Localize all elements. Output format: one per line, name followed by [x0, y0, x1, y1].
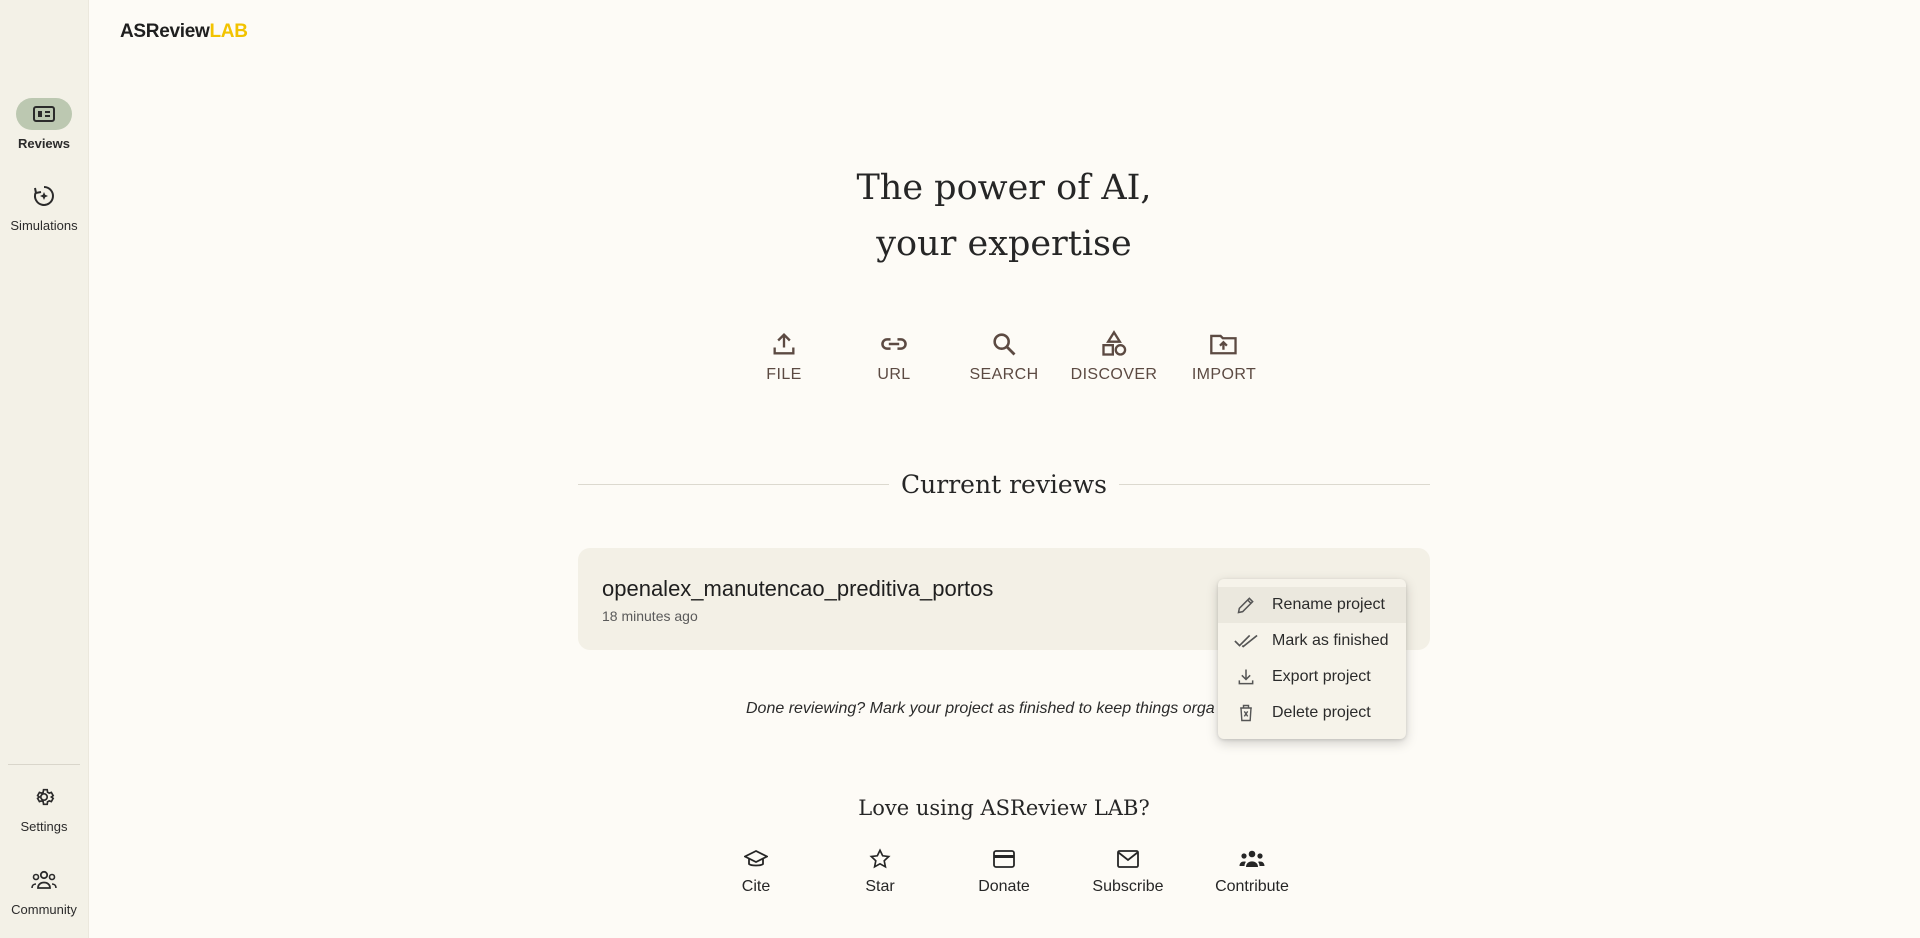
hero-title: The power of AI, your expertise	[0, 160, 1920, 272]
link-label: Contribute	[1215, 878, 1289, 895]
url-action-button[interactable]: URL	[839, 330, 949, 384]
graduation-cap-icon	[744, 849, 768, 867]
action-label: URL	[877, 366, 911, 383]
logo-main-text: ASReview	[120, 21, 210, 42]
sidebar-item-label: Reviews	[17, 136, 71, 151]
logo-accent-text: LAB	[209, 21, 248, 42]
love-heading: Love using ASReview LAB?	[858, 796, 1150, 820]
support-links: Cite Star Donate Subscribe Contribute	[0, 848, 1920, 896]
action-label: SEARCH	[969, 366, 1039, 383]
link-label: Donate	[978, 878, 1030, 895]
divider-line	[1118, 483, 1431, 485]
action-label: IMPORT	[1191, 366, 1257, 383]
star-link[interactable]: Star	[818, 848, 942, 896]
pencil-icon	[1234, 593, 1258, 617]
finish-hint-text: Done reviewing? Mark your project as fin…	[746, 700, 1215, 717]
project-context-menu: Rename project Mark as finished Export p…	[1218, 579, 1406, 739]
menu-item-label: Mark as finished	[1272, 632, 1389, 649]
double-check-icon	[1234, 629, 1258, 653]
delete-project-menu-item[interactable]: Delete project	[1218, 695, 1406, 731]
sidebar-item-label: Community	[11, 902, 77, 917]
mark-finished-menu-item[interactable]: Mark as finished	[1218, 623, 1406, 659]
folder-upload-icon	[1210, 334, 1237, 355]
link-label: Cite	[741, 878, 771, 895]
upload-icon	[773, 333, 795, 355]
link-label: Subscribe	[1092, 878, 1164, 895]
menu-item-label: Rename project	[1272, 596, 1385, 613]
credit-card-icon	[993, 850, 1015, 868]
mail-icon	[1117, 850, 1139, 868]
donate-link[interactable]: Donate	[942, 848, 1066, 896]
project-timestamp: 18 minutes ago	[602, 608, 698, 624]
cite-link[interactable]: Cite	[694, 848, 818, 896]
people-icon	[1239, 850, 1265, 867]
import-action-button[interactable]: IMPORT	[1169, 330, 1279, 384]
link-label: Star	[865, 878, 895, 895]
sidebar-item-label: Settings	[20, 819, 68, 834]
menu-item-label: Delete project	[1272, 704, 1371, 721]
rename-project-menu-item[interactable]: Rename project	[1218, 587, 1406, 623]
current-reviews-heading: Current reviews	[578, 466, 1431, 502]
action-label: FILE	[766, 366, 802, 383]
reviews-icon	[16, 98, 72, 130]
link-icon	[881, 338, 907, 350]
menu-item-label: Export project	[1272, 668, 1371, 685]
sidebar-divider	[8, 764, 80, 765]
hero-line-2: your expertise	[876, 224, 1132, 264]
discover-action-button[interactable]: DISCOVER	[1059, 330, 1169, 384]
action-label: DISCOVER	[1070, 366, 1158, 383]
import-actions: FILE URL SEARCH DISCOVER IMPORT	[0, 330, 1920, 384]
export-project-menu-item[interactable]: Export project	[1218, 659, 1406, 695]
app-logo[interactable]: ASReviewLAB	[120, 21, 248, 43]
project-name: openalex_manutencao_preditiva_portos	[602, 576, 994, 601]
sidebar-item-reviews[interactable]: Reviews	[0, 98, 88, 151]
subscribe-link[interactable]: Subscribe	[1066, 848, 1190, 896]
section-title-text: Current reviews	[901, 469, 1107, 499]
divider-line	[578, 483, 890, 485]
hero-line-1: The power of AI,	[856, 168, 1152, 208]
search-icon	[993, 333, 1016, 356]
search-action-button[interactable]: SEARCH	[949, 330, 1059, 384]
file-action-button[interactable]: FILE	[729, 330, 839, 384]
discover-icon	[1102, 330, 1127, 356]
download-icon	[1234, 665, 1258, 689]
star-icon	[869, 848, 891, 869]
contribute-link[interactable]: Contribute	[1190, 848, 1314, 896]
trash-icon	[1234, 701, 1258, 725]
